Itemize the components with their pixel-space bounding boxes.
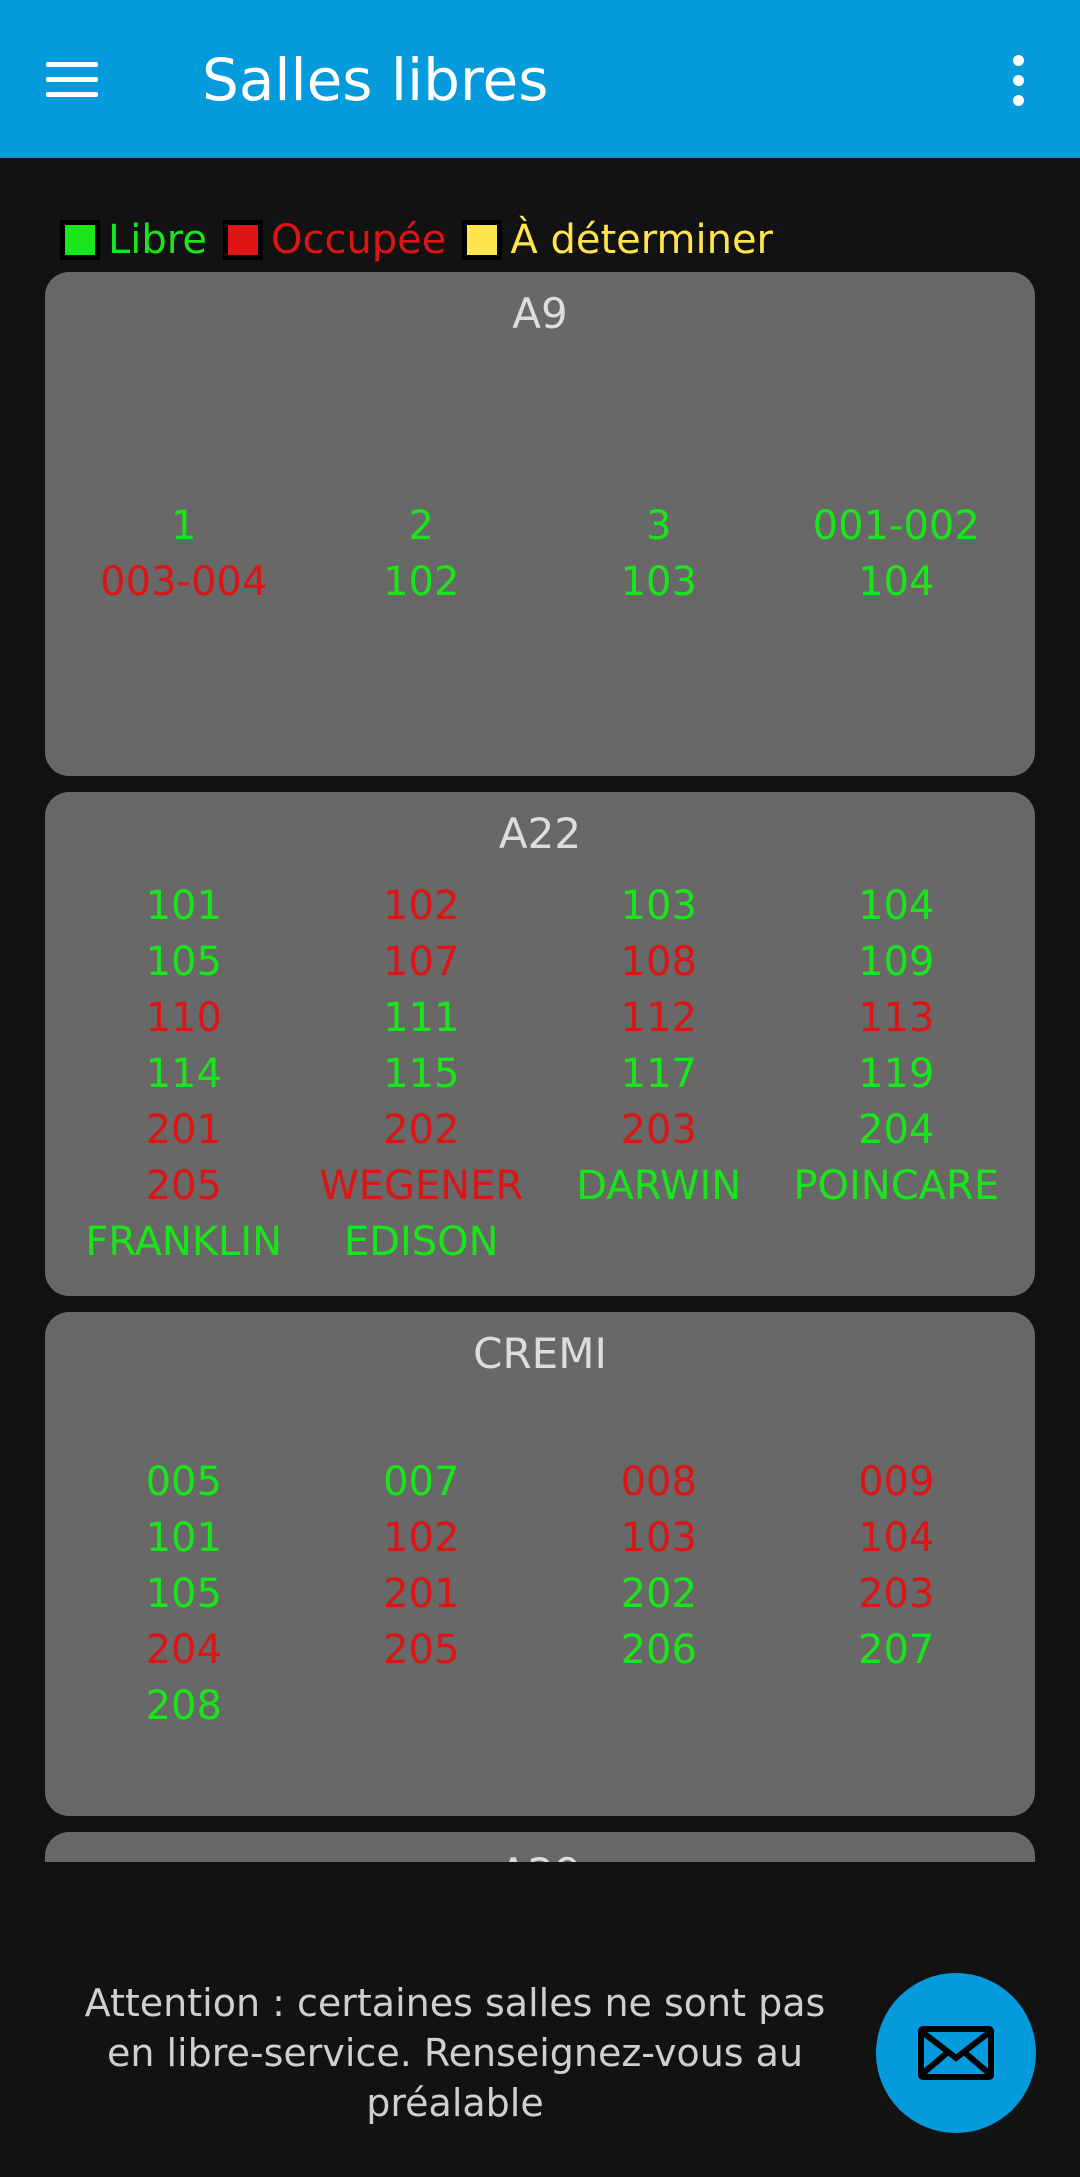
room-item[interactable]: DARWIN <box>540 1158 778 1214</box>
room-item[interactable]: 007 <box>303 1454 541 1510</box>
room-item[interactable]: 101 <box>65 1510 303 1566</box>
room-item[interactable]: 001-002 <box>778 498 1016 554</box>
room-grid: 101 102 103 104 105 107 108 109 110 111 112 113 114 1… <box>45 878 1035 1270</box>
building-title: A9 <box>512 289 568 338</box>
building-card-a22: A22 101 102 103 104 105 107 108 109 110 111 112 113… <box>45 792 1035 1296</box>
room-item[interactable]: 105 <box>65 1566 303 1622</box>
room-item[interactable]: 107 <box>303 934 541 990</box>
legend-label: Libre <box>108 217 207 263</box>
page-title: Salles libres <box>202 46 549 114</box>
room-item[interactable]: 1 <box>65 498 303 554</box>
building-card-a9: A9 1 2 3 001-002 003-004 102 103 104 <box>45 272 1035 776</box>
legend-swatch-a-determiner <box>462 220 503 260</box>
room-item[interactable]: 009 <box>778 1454 1016 1510</box>
room-item[interactable]: 105 <box>65 934 303 990</box>
building-title: A29 <box>45 1846 1035 1862</box>
room-item[interactable]: 113 <box>778 990 1016 1046</box>
room-item[interactable]: 204 <box>65 1622 303 1678</box>
room-item[interactable]: 204 <box>778 1102 1016 1158</box>
room-item[interactable]: 203 <box>540 1102 778 1158</box>
room-item[interactable]: 103 <box>540 554 778 610</box>
status-legend: Libre Occupée À déterminer <box>60 212 789 268</box>
room-item[interactable]: EDISON <box>303 1214 541 1270</box>
room-item[interactable]: 005 <box>65 1454 303 1510</box>
room-grid: 1 2 3 001-002 003-004 102 103 104 <box>45 498 1035 610</box>
building-card-a29: A29 <box>45 1832 1035 1862</box>
room-item[interactable]: 202 <box>540 1566 778 1622</box>
room-item[interactable]: 205 <box>303 1622 541 1678</box>
legend-swatch-occupee <box>222 220 263 260</box>
room-item[interactable]: 203 <box>778 1566 1016 1622</box>
building-title: A22 <box>498 809 582 858</box>
more-vert-icon[interactable] <box>1000 50 1036 110</box>
menu-icon[interactable] <box>46 48 112 110</box>
room-item[interactable]: 202 <box>303 1102 541 1158</box>
room-item[interactable]: 119 <box>778 1046 1016 1102</box>
room-item[interactable]: 117 <box>540 1046 778 1102</box>
room-grid: 005 007 008 009 101 102 103 104 105 201 202 203 204 2… <box>45 1454 1035 1734</box>
room-item[interactable]: POINCARE <box>778 1158 1016 1214</box>
room-item[interactable]: 101 <box>65 878 303 934</box>
room-item[interactable]: WEGENER <box>303 1158 541 1214</box>
room-item[interactable]: 102 <box>303 1510 541 1566</box>
app-bar: Salles libres <box>0 0 1080 158</box>
send-mail-button[interactable] <box>876 1973 1036 2133</box>
room-item[interactable]: 108 <box>540 934 778 990</box>
room-item[interactable]: 112 <box>540 990 778 1046</box>
room-item[interactable]: 103 <box>540 878 778 934</box>
room-item[interactable]: 110 <box>65 990 303 1046</box>
legend-label: À déterminer <box>510 217 774 263</box>
room-item[interactable]: 104 <box>778 1510 1016 1566</box>
room-item[interactable]: 109 <box>778 934 1016 990</box>
room-item[interactable]: 206 <box>540 1622 778 1678</box>
room-item[interactable]: 115 <box>303 1046 541 1102</box>
room-item[interactable]: 111 <box>303 990 541 1046</box>
legend-item-a-determiner: À déterminer <box>462 217 773 263</box>
room-item[interactable]: FRANKLIN <box>65 1214 303 1270</box>
legend-swatch-libre <box>60 220 100 260</box>
room-item[interactable]: 2 <box>303 498 541 554</box>
room-item[interactable]: 003-004 <box>65 554 303 610</box>
warning-note: Attention : certaines salles ne sont pas… <box>84 1981 826 2125</box>
legend-item-libre: Libre <box>60 217 207 263</box>
room-item[interactable]: 3 <box>540 498 778 554</box>
room-item[interactable]: 201 <box>303 1566 541 1622</box>
building-card-cremi: CREMI 005 007 008 009 101 102 103 104 105 201 202 2… <box>45 1312 1035 1816</box>
room-item[interactable]: 201 <box>65 1102 303 1158</box>
legend-item-occupee: Occupée <box>222 217 447 263</box>
room-item[interactable]: 103 <box>540 1510 778 1566</box>
room-item[interactable]: 114 <box>65 1046 303 1102</box>
room-item[interactable]: 102 <box>303 554 541 610</box>
room-item[interactable]: 205 <box>65 1158 303 1214</box>
room-item[interactable]: 102 <box>303 878 541 934</box>
legend-label: Occupée <box>270 217 447 263</box>
room-item[interactable]: 104 <box>778 878 1016 934</box>
mail-icon <box>918 2026 994 2080</box>
building-title: CREMI <box>473 1329 607 1378</box>
room-item[interactable]: 104 <box>778 554 1016 610</box>
room-item[interactable]: 207 <box>778 1622 1016 1678</box>
room-item[interactable]: 208 <box>65 1678 303 1734</box>
room-item[interactable]: 008 <box>540 1454 778 1510</box>
buildings-list[interactable]: A9 1 2 3 001-002 003-004 102 103 104 A22 101 102… <box>0 272 1080 1862</box>
